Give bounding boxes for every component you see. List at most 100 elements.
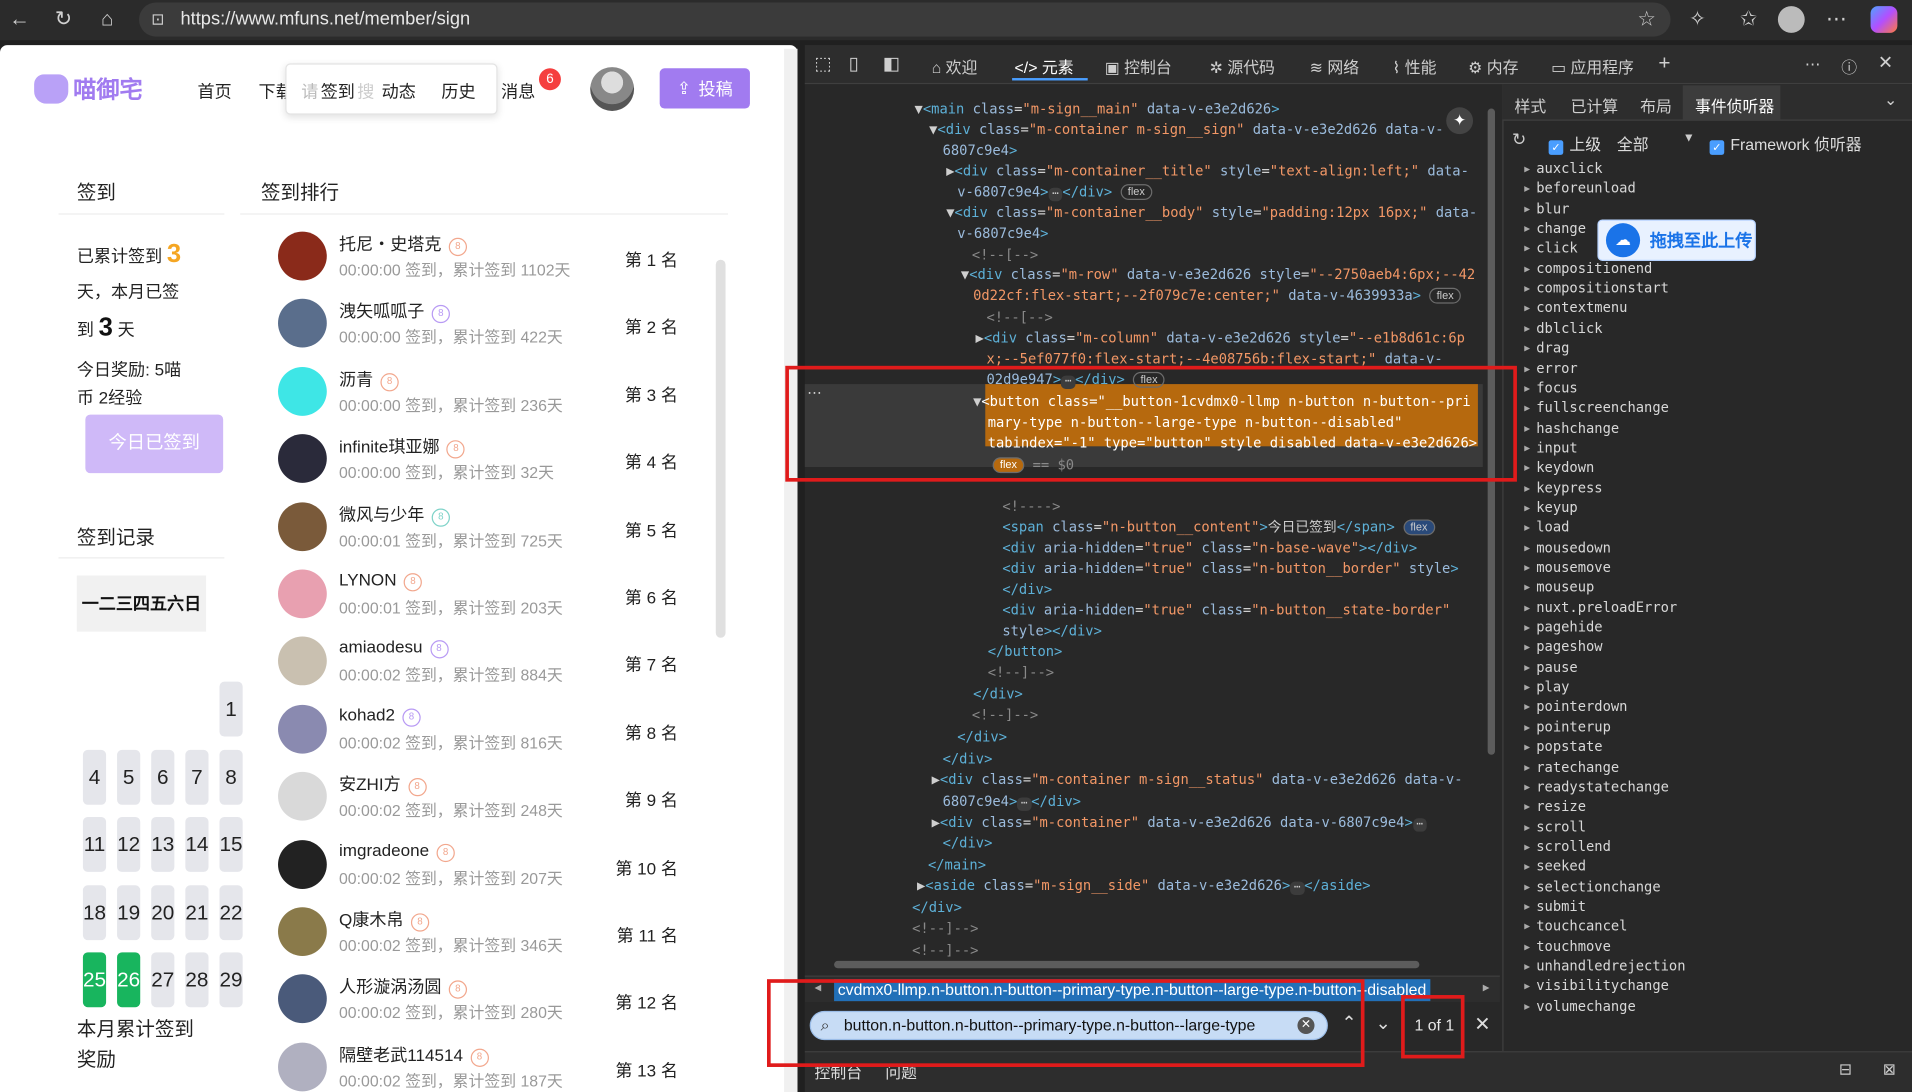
side-tab-styles[interactable]: 样式 [1514,94,1546,117]
event-listener-item[interactable]: pointerup [1524,719,1611,735]
dom-tree-line[interactable]: ▶<div class="m-container__title" style="… [946,161,1469,182]
dom-tree-line[interactable]: <!--[--> [972,245,1038,266]
event-listener-item[interactable]: drag [1524,340,1569,356]
event-listener-item[interactable]: pointerdown [1524,699,1627,715]
breadcrumb-right-icon[interactable]: ▸ [1483,979,1490,995]
ranking-avatar[interactable] [278,772,327,821]
dom-tree[interactable]: ▼<main class="m-sign__main" data-v-e3e2d… [805,84,1483,974]
event-listener-item[interactable]: selectionchange [1524,879,1660,895]
ranking-avatar[interactable] [278,501,327,551]
event-listener-item[interactable]: fullscreenchange [1524,400,1669,416]
ranking-username[interactable]: 人形漩涡汤圆 8 [339,975,468,1000]
ranking-avatar[interactable] [278,704,327,754]
ranking-username[interactable]: imgradeone 8 [339,840,455,862]
dom-tree-line[interactable]: ▶<div class="m-container m-sign__status"… [932,769,1463,790]
tab-console[interactable]: ▣ 控制台 [1105,55,1172,78]
event-listener-item[interactable]: hashchange [1524,420,1619,436]
event-listener-item[interactable]: ratechange [1524,759,1619,775]
ranking-username[interactable]: infinite琪亚娜 8 [339,434,466,459]
dom-tree-line[interactable]: <div aria-hidden="true" class="n-button_… [1002,600,1450,621]
more-menu-icon[interactable]: ⋯ [1822,5,1851,34]
event-listener-item[interactable]: touchmove [1524,938,1611,954]
dom-tree-line[interactable]: 0d22cf:flex-start;--2f079c7e:center;" da… [973,285,1462,306]
tab-network[interactable]: ≋ 网络 [1310,55,1359,78]
dom-tree-line[interactable]: </div> [943,833,993,854]
dom-tree-line[interactable]: ▶<aside class="m-sign__side" data-v-e3e2… [917,876,1371,897]
event-listener-item[interactable]: blur [1524,201,1569,217]
ranking-scrollbar[interactable] [715,259,726,638]
signed-today-button[interactable]: 今日已签到 [85,414,224,474]
dom-tree-line[interactable]: </div> [1002,579,1052,600]
ranking-username[interactable]: 微风与少年 8 [339,502,450,527]
event-listener-item[interactable]: pageshow [1524,639,1602,655]
ranking-row[interactable]: 安ZHI方 8 00:00:02 签到，累计签到 248天 第 9 名 [278,768,729,835]
event-listener-item[interactable]: load [1524,520,1569,536]
dom-tree-line[interactable]: v-6807c9e4> [957,223,1048,244]
nav-dynamic[interactable]: 动态 [382,79,416,103]
ranking-row[interactable]: infinite琪亚娜 8 00:00:00 签到，累计签到 32天 第 4 名 [278,431,729,498]
back-icon[interactable]: ← [5,5,34,34]
tab-sources[interactable]: ✲ 源代码 [1210,55,1275,78]
dom-tree-line[interactable]: <!--]--> [988,662,1054,683]
dom-tree-line[interactable]: <!--]--> [972,705,1038,726]
event-listener-item[interactable]: focus [1524,380,1577,396]
ranking-avatar[interactable] [278,299,327,349]
side-tab-computed[interactable]: 已计算 [1571,94,1619,117]
event-listener-item[interactable]: popstate [1524,739,1602,755]
event-listener-item[interactable]: nuxt.preloadError [1524,600,1677,616]
event-listener-item[interactable]: keyup [1524,500,1577,516]
nav-home[interactable]: 首页 [198,79,232,103]
framework-listeners-checkbox[interactable]: ✓ Framework 侦听器 [1709,132,1862,155]
ranking-row[interactable]: 隔壁老武114514 8 00:00:02 签到，累计签到 187天 第 13 名 [278,1039,729,1092]
ranking-username[interactable]: amiaodesu 8 [339,637,449,659]
dom-tree-hscrollbar[interactable] [817,958,1475,970]
user-avatar[interactable] [590,67,635,111]
event-listener-item[interactable]: touchcancel [1524,919,1627,935]
drawer-close-icon[interactable]: ⊠ [1883,1060,1896,1080]
event-listener-item[interactable]: pagehide [1524,620,1602,636]
event-listener-item[interactable]: seeked [1524,859,1586,875]
ranking-row[interactable]: 托尼・史塔克 8 00:00:00 签到，累计签到 1102天 第 1 名 [278,228,729,295]
event-listener-item[interactable]: keydown [1524,460,1594,476]
dom-tree-line[interactable]: <div aria-hidden="true" class="n-button_… [1002,558,1458,579]
add-tab-icon[interactable]: + [1658,51,1670,75]
event-listener-item[interactable]: keypress [1524,480,1602,496]
inspect-icon[interactable]: ⬚ [815,52,832,75]
dock-icon[interactable]: ⊟ [1839,1060,1852,1080]
devtools-more-icon[interactable]: ⋯ [1805,55,1821,75]
dom-tree-line[interactable]: ▶<div class="m-container" data-v-e3e2d62… [932,812,1427,833]
side-more-icon[interactable]: ⌄ [1884,90,1897,110]
ranking-avatar[interactable] [278,907,327,957]
site-info-icon[interactable]: ⊡ [151,2,164,36]
ranking-row[interactable]: imgradeone 8 00:00:02 签到，累计签到 207天 第 10 名 [278,836,729,903]
dom-tree-line[interactable]: ▼<main class="m-sign__main" data-v-e3e2d… [915,99,1280,120]
event-listener-item[interactable]: dblclick [1524,320,1602,336]
ranking-avatar[interactable] [278,637,327,686]
event-listener-item[interactable]: scroll [1524,819,1586,835]
nav-messages[interactable]: 消息 [501,79,535,103]
ranking-avatar[interactable] [278,569,327,619]
event-listener-item[interactable]: play [1524,679,1569,695]
favorite-star-icon[interactable]: ☆ [1637,2,1656,36]
event-listener-item[interactable]: compositionend [1524,261,1652,277]
ranking-username[interactable]: 托尼・史塔克 8 [339,232,468,257]
dom-tree-vscrollbar[interactable] [1485,91,1497,947]
ranking-row[interactable]: LYNON 8 00:00:01 签到，累计签到 203天 第 6 名 [278,566,729,633]
filter-all-select[interactable]: 全部 [1617,132,1649,155]
ranking-username[interactable]: 隔壁老武114514 8 [339,1042,489,1067]
ranking-username[interactable]: 洩矢呱呱子 8 [339,299,450,324]
ranking-row[interactable]: Q康木帛 8 00:00:02 签到，累计签到 346天 第 11 名 [278,904,729,971]
ranking-row[interactable]: 人形漩涡汤圆 8 00:00:02 签到，累计签到 280天 第 12 名 [278,971,729,1038]
event-listener-item[interactable]: contextmenu [1524,301,1627,317]
side-tab-event-listeners[interactable]: 事件侦听器 [1695,94,1774,117]
event-listener-item[interactable]: scrollend [1524,839,1611,855]
event-listener-item[interactable]: visibilitychange [1524,978,1669,994]
dom-tree-line[interactable]: ▶<div class="m-column" data-v-e3e2d626 s… [976,328,1465,349]
event-listener-item[interactable]: input [1524,440,1577,456]
event-listener-item[interactable]: unhandledrejection [1524,958,1685,974]
ranking-username[interactable]: 安ZHI方 8 [339,772,427,797]
ranking-avatar[interactable] [278,1042,327,1092]
upload-overlay[interactable]: ☁ 拖拽至此上传 [1597,219,1756,261]
ranking-row[interactable]: 洩矢呱呱子 8 00:00:00 签到，累计签到 422天 第 2 名 [278,296,729,363]
event-listener-item[interactable]: change [1524,221,1586,237]
